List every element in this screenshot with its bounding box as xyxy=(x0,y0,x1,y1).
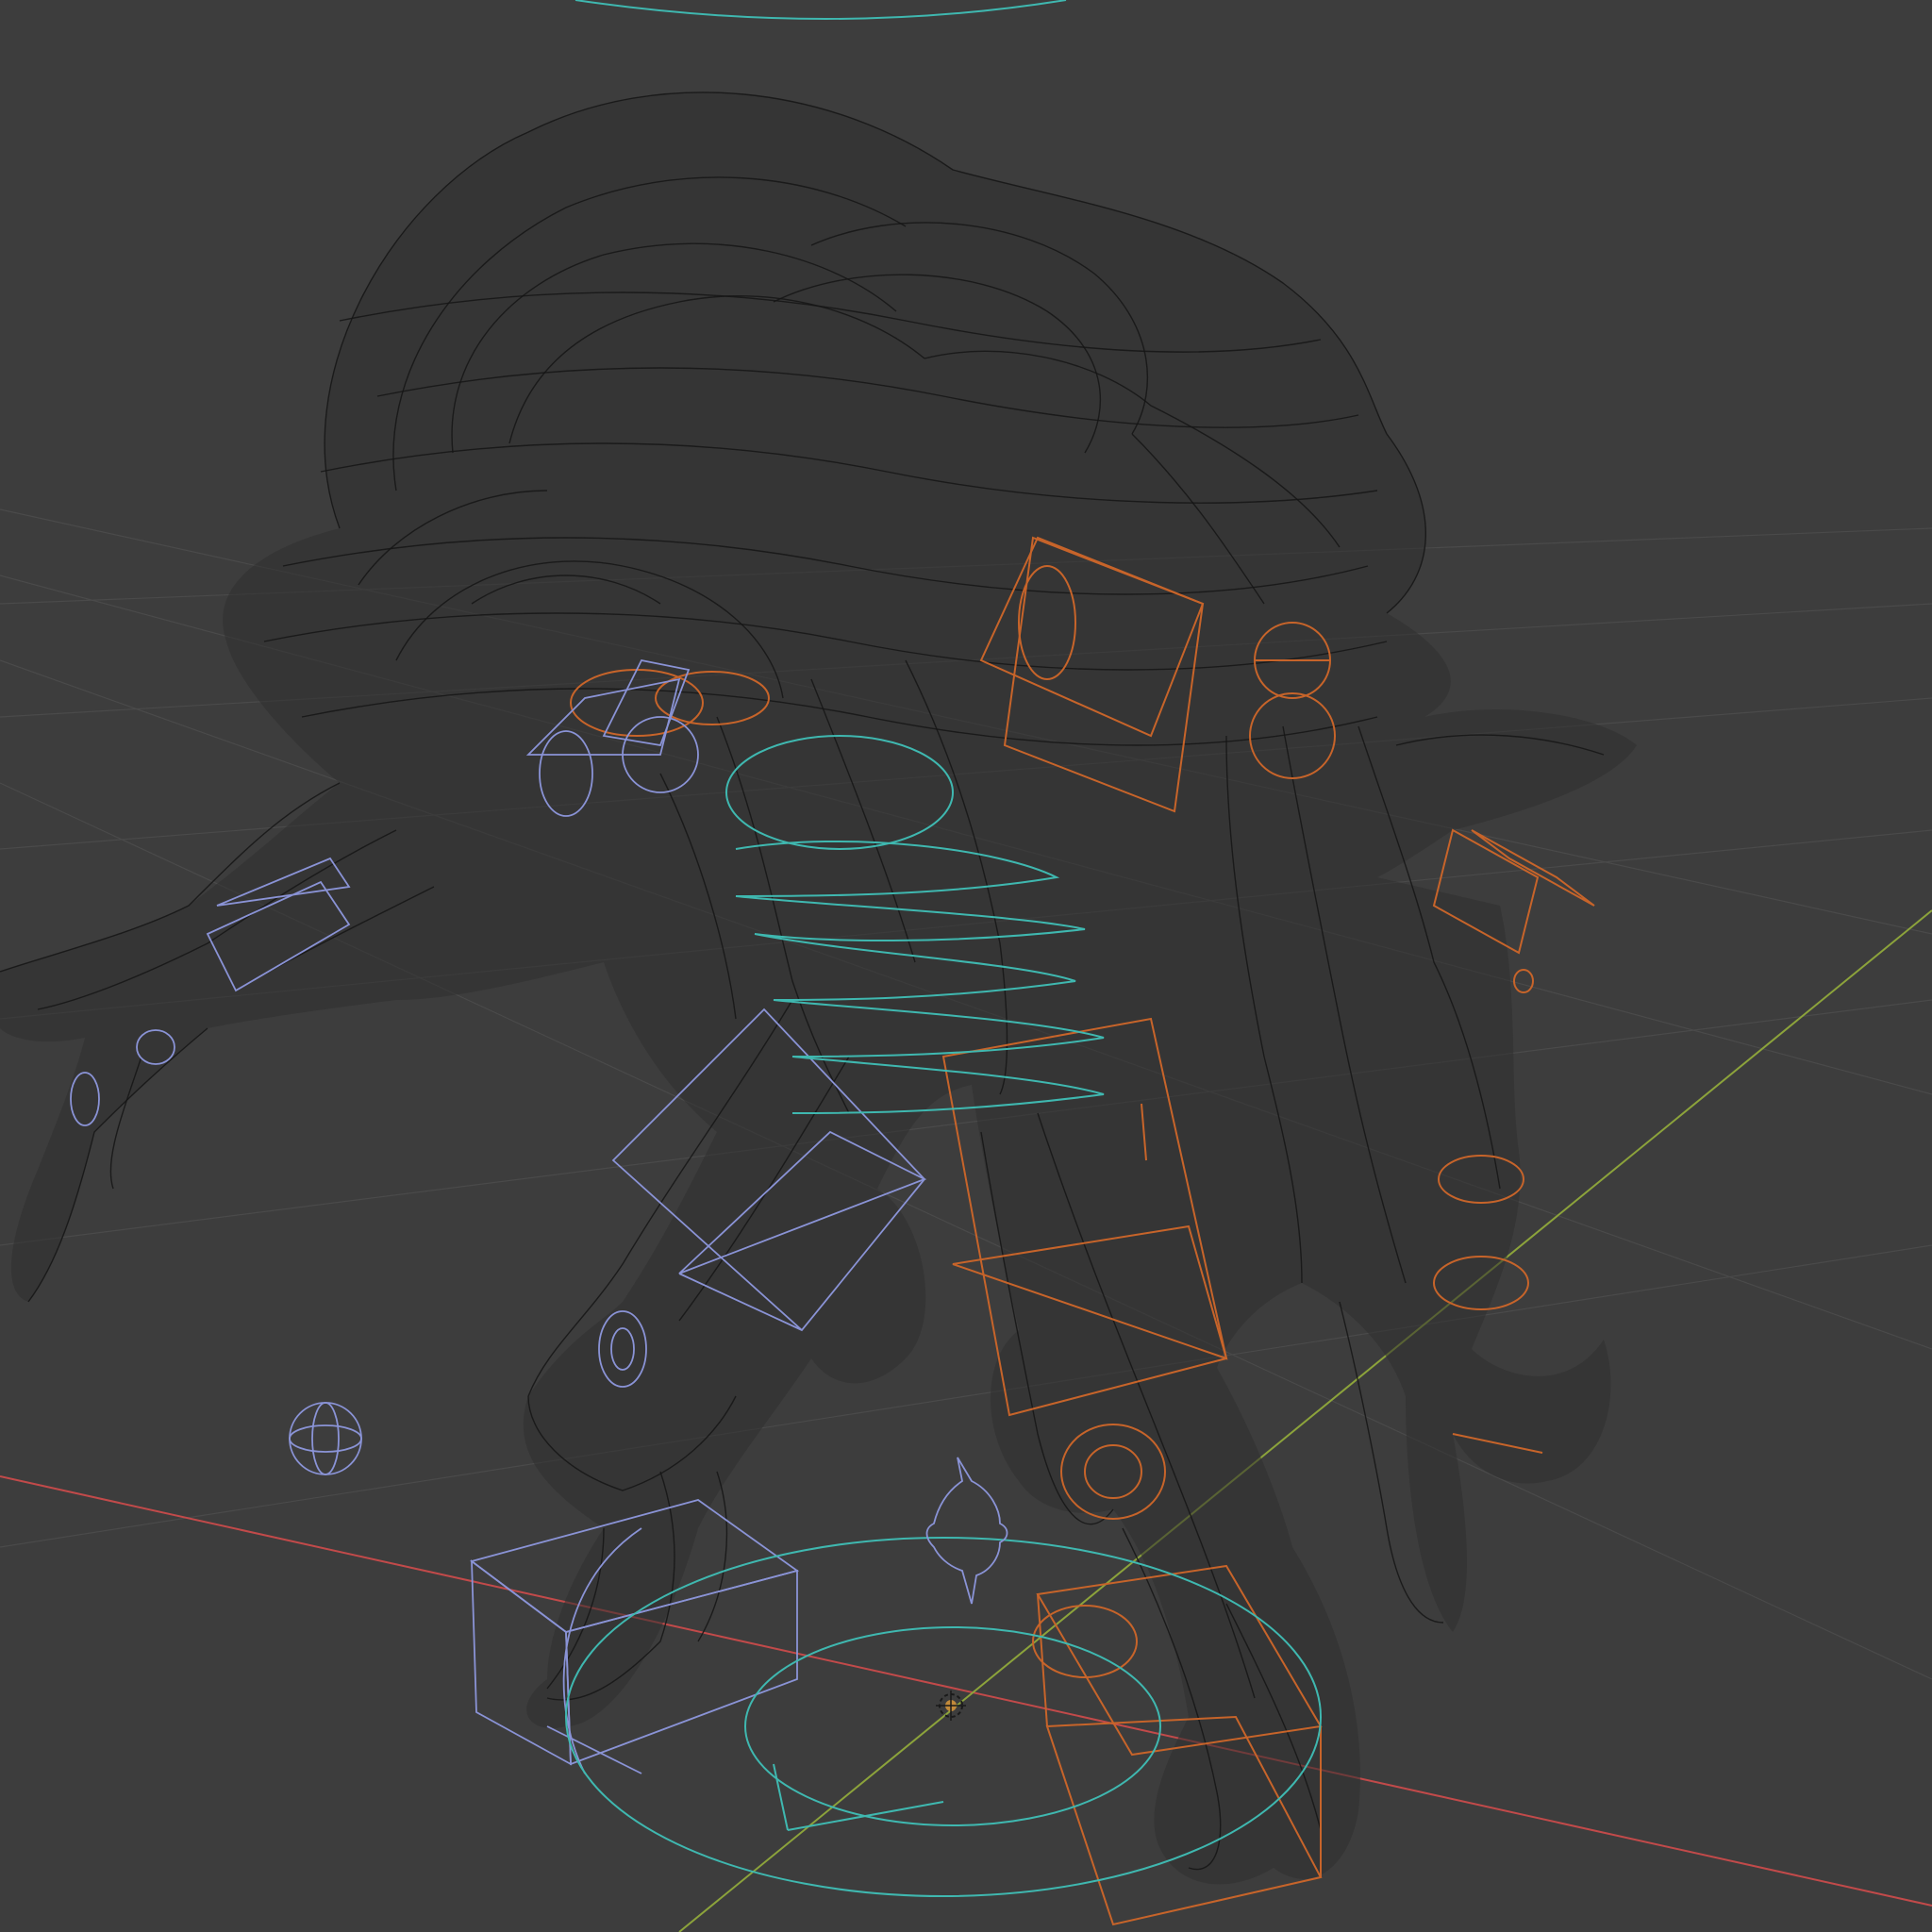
empty-sphere-icon[interactable] xyxy=(289,1402,362,1475)
viewport-canvas[interactable] xyxy=(0,0,1932,1932)
root-control-arc[interactable] xyxy=(575,0,1067,20)
creature-mesh[interactable] xyxy=(0,92,1637,1885)
3d-viewport[interactable] xyxy=(0,0,1932,1932)
x-axis-line xyxy=(0,1475,1932,1907)
light-icon[interactable] xyxy=(925,1457,1008,1605)
origin-cursor-icon[interactable] xyxy=(936,1690,966,1721)
